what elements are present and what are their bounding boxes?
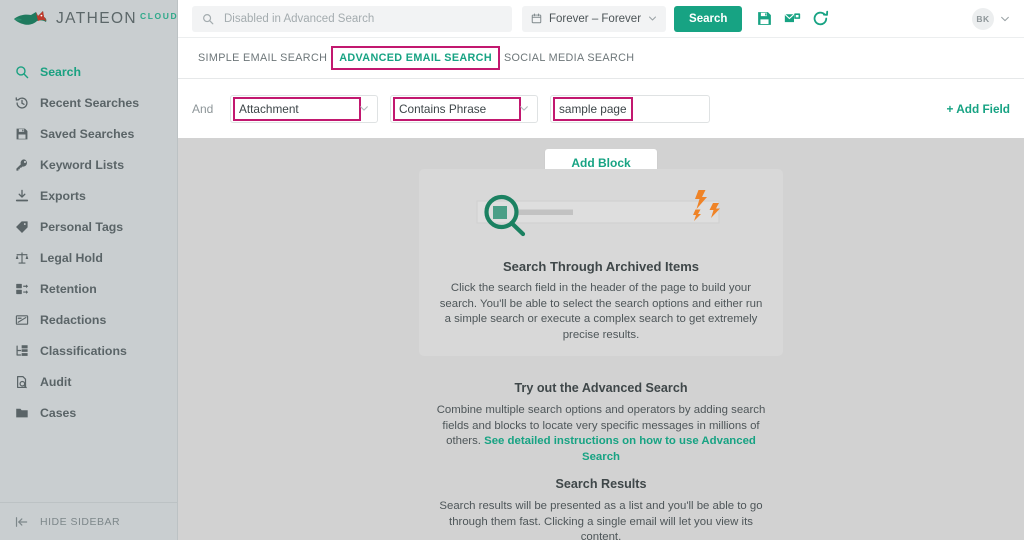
section-title: Try out the Advanced Search — [514, 381, 688, 395]
save-as-search-icon[interactable] — [784, 10, 801, 27]
search-illustration — [476, 190, 720, 237]
reset-search-icon[interactable] — [812, 10, 829, 27]
sidebar-item-classifications[interactable]: Classifications — [0, 335, 177, 366]
content-area: Add Block Search Through Archived Items … — [178, 138, 1024, 540]
sidebar-item-search[interactable]: Search — [0, 56, 177, 87]
value-input[interactable]: sample page — [550, 94, 710, 123]
search-input[interactable] — [222, 11, 502, 26]
brand-logo[interactable]: JATHEON CLOUD — [0, 0, 177, 38]
field-select[interactable]: Attachment — [230, 94, 378, 123]
empty-state-card: Search Through Archived Items Click the … — [419, 169, 783, 356]
search-icon — [14, 64, 29, 79]
section-body: Search results will be presented as a li… — [439, 500, 763, 540]
sidebar-item-exports[interactable]: Exports — [0, 180, 177, 211]
sidebar-item-label: Personal Tags — [40, 219, 124, 234]
top-header: Forever – Forever Search BK — [178, 0, 1024, 38]
sidebar-item-label: Search — [40, 64, 82, 79]
user-menu[interactable]: BK — [972, 7, 1010, 30]
global-search-box[interactable] — [192, 5, 512, 32]
date-range-selector[interactable]: Forever – Forever — [522, 5, 667, 32]
brand-name: JATHEON — [56, 10, 137, 27]
jatheon-fox-logo-icon — [14, 11, 47, 25]
advanced-search-instructions-link[interactable]: See detailed instructions on how to use … — [484, 435, 756, 463]
sidebar-item-label: Cases — [40, 405, 77, 420]
value-input-text: sample page — [555, 98, 631, 119]
tab-advanced-email-search[interactable]: ADVANCED EMAIL SEARCH — [333, 48, 498, 68]
section-title: Search Results — [555, 477, 647, 491]
search-mode-tabs: SIMPLE EMAIL SEARCH ADVANCED EMAIL SEARC… — [178, 38, 1024, 79]
chevron-down-icon — [648, 14, 657, 23]
section-body: Combine multiple search options and oper… — [436, 403, 766, 465]
sidebar-item-retention[interactable]: Retention — [0, 273, 177, 304]
redaction-icon — [14, 312, 29, 327]
hide-sidebar-button[interactable]: HIDE SIDEBAR — [0, 502, 178, 540]
sidebar-item-label: Saved Searches — [40, 126, 135, 141]
sidebar-item-keyword-lists[interactable]: Keyword Lists — [0, 149, 177, 180]
advanced-query-row: And Attachment Contains Phrase sample pa… — [178, 79, 1024, 138]
retention-icon — [14, 281, 29, 296]
sidebar-item-saved-searches[interactable]: Saved Searches — [0, 118, 177, 149]
sidebar-item-label: Redactions — [40, 312, 107, 327]
card-title: Search Through Archived Items — [502, 259, 699, 274]
sidebar-item-cases[interactable]: Cases — [0, 397, 177, 428]
audit-icon — [14, 374, 29, 389]
brand-suffix: CLOUD — [140, 11, 179, 21]
chevron-down-icon — [1000, 14, 1010, 24]
search-button[interactable]: Search — [674, 5, 743, 32]
folder-icon — [14, 405, 29, 420]
save-search-icon[interactable] — [756, 10, 773, 27]
header-action-icons — [756, 10, 829, 27]
chevron-down-icon — [519, 102, 529, 116]
tag-icon — [14, 219, 29, 234]
sidebar: JATHEON CLOUD Search Recent Searches Sav… — [0, 0, 178, 540]
field-select-value: Attachment — [235, 98, 359, 119]
calendar-icon — [531, 13, 542, 24]
history-icon — [14, 95, 29, 110]
sidebar-item-recent-searches[interactable]: Recent Searches — [0, 87, 177, 118]
hide-sidebar-label: HIDE SIDEBAR — [40, 515, 121, 528]
avatar: BK — [972, 7, 994, 30]
classification-icon — [14, 343, 29, 358]
section-advanced-search: Try out the Advanced Search Combine mult… — [178, 381, 1024, 465]
sidebar-item-label: Audit — [40, 374, 72, 389]
sidebar-item-redactions[interactable]: Redactions — [0, 304, 177, 335]
operator-select-value: Contains Phrase — [395, 98, 519, 119]
card-body: Click the search field in the header of … — [439, 282, 763, 341]
sidebar-nav: Search Recent Searches Saved Searches Ke… — [0, 56, 177, 428]
sidebar-item-label: Retention — [40, 281, 97, 296]
key-icon — [14, 157, 29, 172]
collapse-left-icon — [14, 514, 29, 529]
conjunction-label: And — [192, 101, 214, 116]
sidebar-item-label: Classifications — [40, 343, 127, 358]
search-icon — [202, 13, 214, 25]
brand-wordmark: JATHEON CLOUD — [56, 10, 178, 28]
save-icon — [14, 126, 29, 141]
sidebar-item-label: Legal Hold — [40, 250, 103, 265]
sidebar-item-label: Exports — [40, 188, 86, 203]
sidebar-item-personal-tags[interactable]: Personal Tags — [0, 211, 177, 242]
operator-select[interactable]: Contains Phrase — [390, 94, 538, 123]
sidebar-item-label: Keyword Lists — [40, 157, 125, 172]
add-field-button[interactable]: + Add Field — [947, 102, 1010, 116]
download-icon — [14, 188, 29, 203]
date-range-label: Forever – Forever — [549, 12, 642, 25]
chevron-down-icon — [359, 102, 369, 116]
app-root: JATHEON CLOUD Search Recent Searches Sav… — [0, 0, 1024, 540]
tab-simple-email-search[interactable]: SIMPLE EMAIL SEARCH — [192, 48, 333, 68]
sidebar-item-audit[interactable]: Audit — [0, 366, 177, 397]
sidebar-item-legal-hold[interactable]: Legal Hold — [0, 242, 177, 273]
tab-social-media-search[interactable]: SOCIAL MEDIA SEARCH — [498, 48, 640, 68]
section-search-results: Search Results Search results will be pr… — [178, 477, 1024, 540]
sidebar-item-label: Recent Searches — [40, 95, 140, 110]
scales-icon — [14, 250, 29, 265]
